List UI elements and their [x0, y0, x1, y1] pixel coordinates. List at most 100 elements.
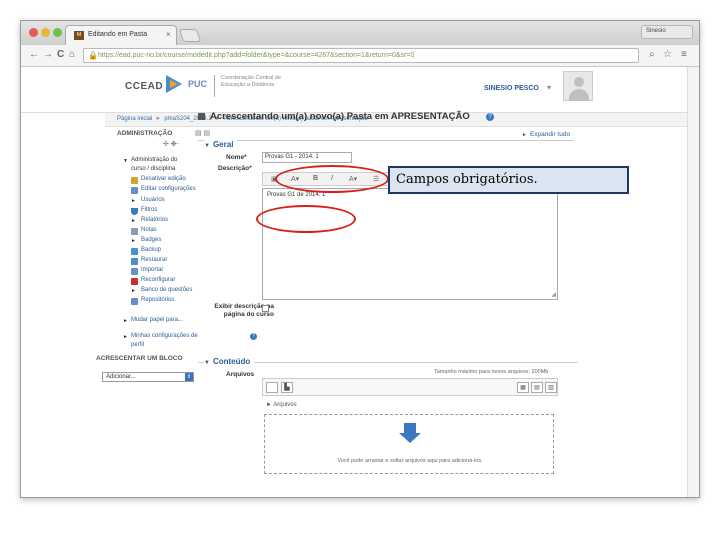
- home-icon[interactable]: ⌂: [69, 49, 75, 60]
- name-field[interactable]: Provas G1 - 2014. 1: [262, 152, 352, 163]
- sidebar-item-backup[interactable]: Backup: [141, 247, 161, 253]
- filepicker-path[interactable]: ► Arquivos: [266, 402, 297, 408]
- pencil-icon: [131, 177, 138, 184]
- folder-module-icon: [198, 113, 205, 120]
- block-dock-icon[interactable]: ▤ ▤: [195, 129, 210, 137]
- restore-icon: [131, 258, 138, 265]
- sidebar-item-my-profile-settings[interactable]: Minhas configurações de: [131, 333, 198, 339]
- avatar[interactable]: [563, 71, 593, 101]
- reload-icon[interactable]: C: [57, 49, 64, 60]
- description-text: Provas G1 de 2014. 1: [267, 192, 326, 198]
- chevron-down-icon[interactable]: ▾: [547, 83, 551, 92]
- show-description-checkbox[interactable]: [262, 305, 269, 312]
- expand-arrow-icon[interactable]: ►: [131, 238, 136, 244]
- content-legend: Conteúdo: [212, 357, 251, 366]
- description-label: Descrição*: [218, 165, 252, 172]
- view-list-icon[interactable]: ▤: [531, 382, 543, 393]
- browser-toolbar: ← → C ⌂ 🔒 https://ead.puc-rio.br/course/…: [21, 45, 699, 67]
- grades-icon: [131, 228, 138, 235]
- browser-user-name: Sinesio: [646, 28, 666, 34]
- moodle-favicon-icon: M: [74, 31, 84, 40]
- settings-icon: [131, 187, 138, 194]
- file-dropzone[interactable]: Você pode arrastar e soltar arquivos aqu…: [264, 414, 554, 474]
- sidebar-item-badges[interactable]: Badges: [141, 237, 161, 243]
- expand-arrow-icon[interactable]: ►: [123, 318, 128, 324]
- site-header: CCEAD PUC Coordenação Central de Educaçã…: [21, 67, 699, 113]
- sidebar-item-edit-settings[interactable]: Editar configurações: [141, 186, 196, 192]
- sidebar-item-course-admin[interactable]: Administração do: [131, 157, 177, 163]
- content-fieldset-divider: [198, 362, 578, 363]
- expand-arrow-icon[interactable]: ►: [131, 288, 136, 294]
- sidebar-item-switch-role[interactable]: Mudar papel para...: [131, 317, 183, 323]
- sidebar-item-disable-editing[interactable]: Desativar edição: [141, 176, 186, 182]
- help-icon[interactable]: ?: [486, 113, 494, 121]
- maximize-window-icon[interactable]: [53, 28, 62, 37]
- menu-icon[interactable]: ≡: [681, 49, 687, 60]
- import-icon: [131, 268, 138, 275]
- browser-user-chip[interactable]: Sinesio: [641, 25, 693, 39]
- sidebar-item-users[interactable]: Usuários: [141, 197, 165, 203]
- ccead-logo-icon: [166, 75, 182, 93]
- backup-icon: [131, 248, 138, 255]
- add-block-select[interactable]: Adicionar... ⇕: [102, 372, 194, 382]
- sidebar-item-reports[interactable]: Relatórios: [141, 217, 168, 223]
- sidebar-item-repositories[interactable]: Repositórios: [141, 297, 174, 303]
- add-file-icon[interactable]: [266, 382, 278, 393]
- sidebar-item-course-admin-cont: curso / disciplina: [131, 166, 176, 172]
- add-block-select-value: Adicionar...: [106, 374, 136, 380]
- minimize-window-icon[interactable]: [41, 28, 50, 37]
- expand-all-link[interactable]: ► Expandir tudo: [522, 131, 570, 138]
- site-logo-text[interactable]: CCEAD: [125, 81, 163, 92]
- sidebar-item-filters[interactable]: Filtros: [141, 207, 157, 213]
- filter-icon: [131, 208, 138, 215]
- tab-bar: M Editando em Pasta × Sinesio: [21, 21, 699, 45]
- download-arrow-head: [399, 433, 421, 443]
- page-scrollbar[interactable]: [687, 67, 699, 497]
- avatar-head: [574, 77, 584, 87]
- sidebar-item-import[interactable]: Importar: [141, 267, 163, 273]
- reset-icon: [131, 278, 138, 285]
- highlight-ellipse-description: [256, 205, 356, 233]
- zoom-icon[interactable]: ⌕: [649, 49, 655, 60]
- forward-icon[interactable]: →: [43, 49, 53, 60]
- sidebar-item-grades[interactable]: Notas: [141, 227, 157, 233]
- add-block-title: ACRESCENTAR UM BLOCO: [96, 355, 183, 362]
- user-name[interactable]: SINESIO PESCO: [484, 85, 539, 92]
- view-tree-icon[interactable]: ▥: [545, 382, 557, 393]
- address-bar[interactable]: 🔒 https://ead.puc-rio.br/course/modedit.…: [83, 48, 639, 63]
- admin-block-title: ADMINISTRAÇÃO: [117, 130, 173, 137]
- highlight-ellipse-name: [275, 165, 389, 193]
- expand-arrow-icon[interactable]: ►: [123, 334, 128, 340]
- create-folder-icon[interactable]: ▙: [281, 382, 293, 393]
- expand-arrow-icon[interactable]: ►: [131, 198, 136, 204]
- bookmark-star-icon[interactable]: ☆: [663, 49, 672, 60]
- select-arrow-icon[interactable]: ⇕: [185, 373, 193, 381]
- resize-grip-icon[interactable]: ◢: [551, 291, 556, 298]
- breadcrumb-home[interactable]: Página inicial: [117, 116, 152, 122]
- new-tab-button[interactable]: [178, 29, 202, 42]
- tab-title: Editando em Pasta: [88, 31, 148, 38]
- sidebar-item-restore[interactable]: Restaurar: [141, 257, 167, 263]
- close-window-icon[interactable]: [29, 28, 38, 37]
- general-section-toggle[interactable]: ▼ Geral: [204, 140, 238, 149]
- avatar-body: [569, 89, 589, 101]
- sidebar-item-my-profile-settings-cont: perfil: [131, 342, 145, 348]
- tab-close-icon[interactable]: ×: [166, 30, 171, 39]
- lock-icon: 🔒: [88, 51, 98, 60]
- header-subtitle: Coordenação Central de Educação a Distân…: [221, 75, 281, 88]
- logo-divider: [214, 75, 215, 97]
- annotation-callout: Campos obrigatórios.: [388, 166, 629, 194]
- browser-tab[interactable]: M Editando em Pasta ×: [65, 25, 177, 45]
- url-text: https://ead.puc-rio.br/course/modedit.ph…: [98, 52, 415, 59]
- expand-arrow-icon[interactable]: ►: [131, 218, 136, 224]
- sidebar-item-question-bank[interactable]: Banco de questões: [141, 287, 192, 293]
- expand-arrow-icon[interactable]: ▼: [123, 158, 128, 164]
- help-icon[interactable]: ?: [250, 333, 257, 340]
- expand-arrow-icon: ►: [522, 132, 527, 138]
- back-icon[interactable]: ←: [29, 49, 39, 60]
- sidebar-item-reset[interactable]: Reconfigurar: [141, 277, 175, 283]
- download-arrow-icon: [404, 423, 416, 433]
- content-section-toggle[interactable]: ▼ Conteúdo: [204, 357, 255, 366]
- block-move-icon[interactable]: ✣ ✤-: [163, 140, 179, 148]
- view-icons-icon[interactable]: ▦: [517, 382, 529, 393]
